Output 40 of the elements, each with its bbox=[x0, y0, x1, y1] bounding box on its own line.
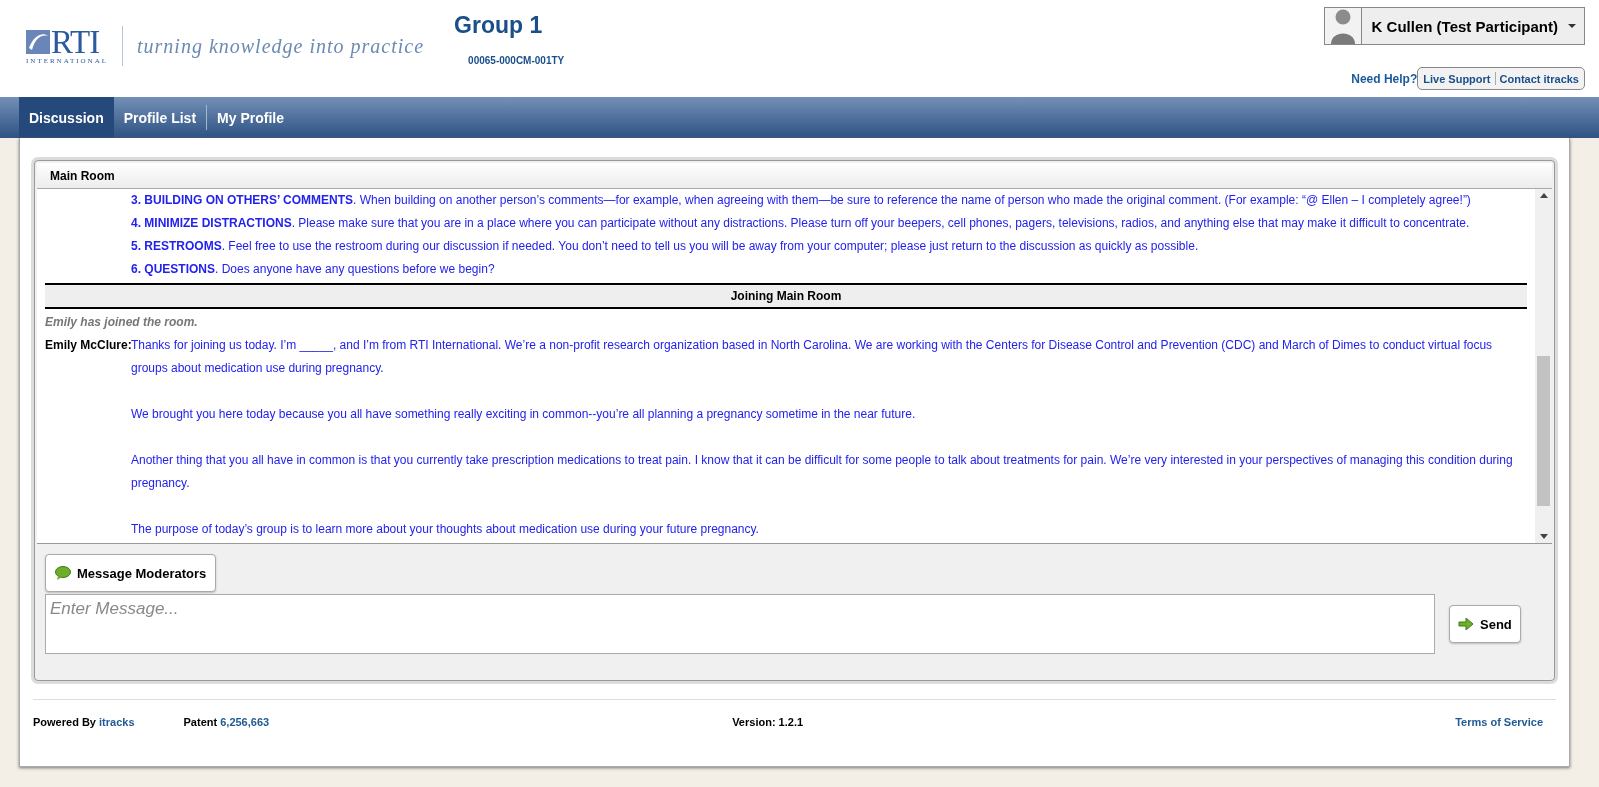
message-input[interactable]: Enter Message... bbox=[45, 594, 1435, 654]
room-title: Main Room bbox=[50, 168, 115, 183]
logo-wordmark: RTI bbox=[51, 27, 100, 57]
send-button[interactable]: Send bbox=[1449, 605, 1521, 643]
guideline-text: 3. BUILDING ON OTHERS’ COMMENTS. When building on another person’s comments—for example, when agreeing with them—be sure to reference the name of person who made the original comment. (For example: “@ Ellen – I completely agree!”) bbox=[131, 193, 1471, 207]
logo-swoosh-icon bbox=[26, 30, 50, 54]
user-menu-button[interactable]: K Cullen (Test Participant) bbox=[1323, 7, 1585, 45]
guideline-text: 4. MINIMIZE DISTRACTIONS. Please make sure that you are in a place where you can participate without any distractions. Please turn off your beepers, cell phones, pagers, televisions, radios, and anything else that may make it difficult to concentrate. bbox=[131, 216, 1470, 230]
speaker-name: Emily McClure: bbox=[45, 337, 131, 354]
nav-tab[interactable]: My Profile bbox=[207, 97, 294, 138]
patent-text: Patent 6,256,663 bbox=[183, 716, 270, 728]
message-text: The purpose of today’s group is to learn more about your thoughts about medication use during your future pregnancy. bbox=[131, 521, 760, 538]
person-silhouette-icon bbox=[1328, 8, 1357, 44]
nav-tab[interactable]: Profile List bbox=[113, 97, 207, 138]
group-title: Group 1 bbox=[454, 12, 544, 39]
divider-title: Joining Main Room bbox=[730, 289, 842, 303]
tagline: turning knowledge into practice bbox=[137, 34, 425, 58]
message-text: Another thing that you all have in common is that you currently take prescription medications to treat pain. I know that it can be difficult for some people to talk about treatments for pain. We’re very interested in your perspectives of managing this condition during pregnancy. bbox=[131, 452, 1514, 492]
version-text: Version: 1.2.1 bbox=[732, 716, 804, 728]
nav-tab[interactable]: Discussion bbox=[19, 97, 114, 138]
speech-bubble-icon bbox=[55, 566, 71, 580]
help-label: Need Help? bbox=[1351, 71, 1418, 86]
system-message: Emily has joined the room. bbox=[45, 314, 199, 331]
itracks-link[interactable]: itracks bbox=[99, 716, 135, 728]
guideline-text: 6. QUESTIONS. Does anyone have any questions before we begin? bbox=[131, 262, 495, 276]
scrollbar[interactable] bbox=[1535, 189, 1552, 543]
help-link[interactable]: Live Support bbox=[1423, 72, 1491, 85]
patent-link[interactable]: 6,256,663 bbox=[220, 716, 270, 728]
group-code: 00065-000CM-001TY bbox=[468, 55, 565, 66]
message-text: Thanks for joining us today. I’m _____, and I’m from RTI International. We’re a non-profit research organization based in North Carolina. We are working with the Centers for Disease Control and Prevention (CDC) and March of Dimes to conduct virtual focus groups about medication use during pregnancy. bbox=[131, 337, 1494, 377]
caret-icon bbox=[1568, 24, 1576, 28]
scroll-up-icon[interactable] bbox=[1539, 193, 1548, 198]
message-moderators-button[interactable]: Message Moderators bbox=[45, 554, 217, 592]
powered-by-text: Powered By itracks bbox=[33, 716, 135, 728]
terms-link[interactable]: Terms of Service bbox=[1455, 716, 1543, 728]
arrow-icon bbox=[1458, 618, 1474, 630]
message-text: We brought you here today because you all have something really exciting in common--you’re all planning a pregnancy sometime in the near future. bbox=[131, 406, 917, 423]
help-link[interactable]: Contact itracks bbox=[1499, 72, 1579, 85]
guideline-text: 5. RESTROOMS. Feel free to use the restroom during our discussion if needed. You don’t need to tell us you will be away from your computer; please just return to the discussion as quickly as possible. bbox=[131, 239, 1199, 253]
scroll-down-icon[interactable] bbox=[1539, 534, 1548, 539]
